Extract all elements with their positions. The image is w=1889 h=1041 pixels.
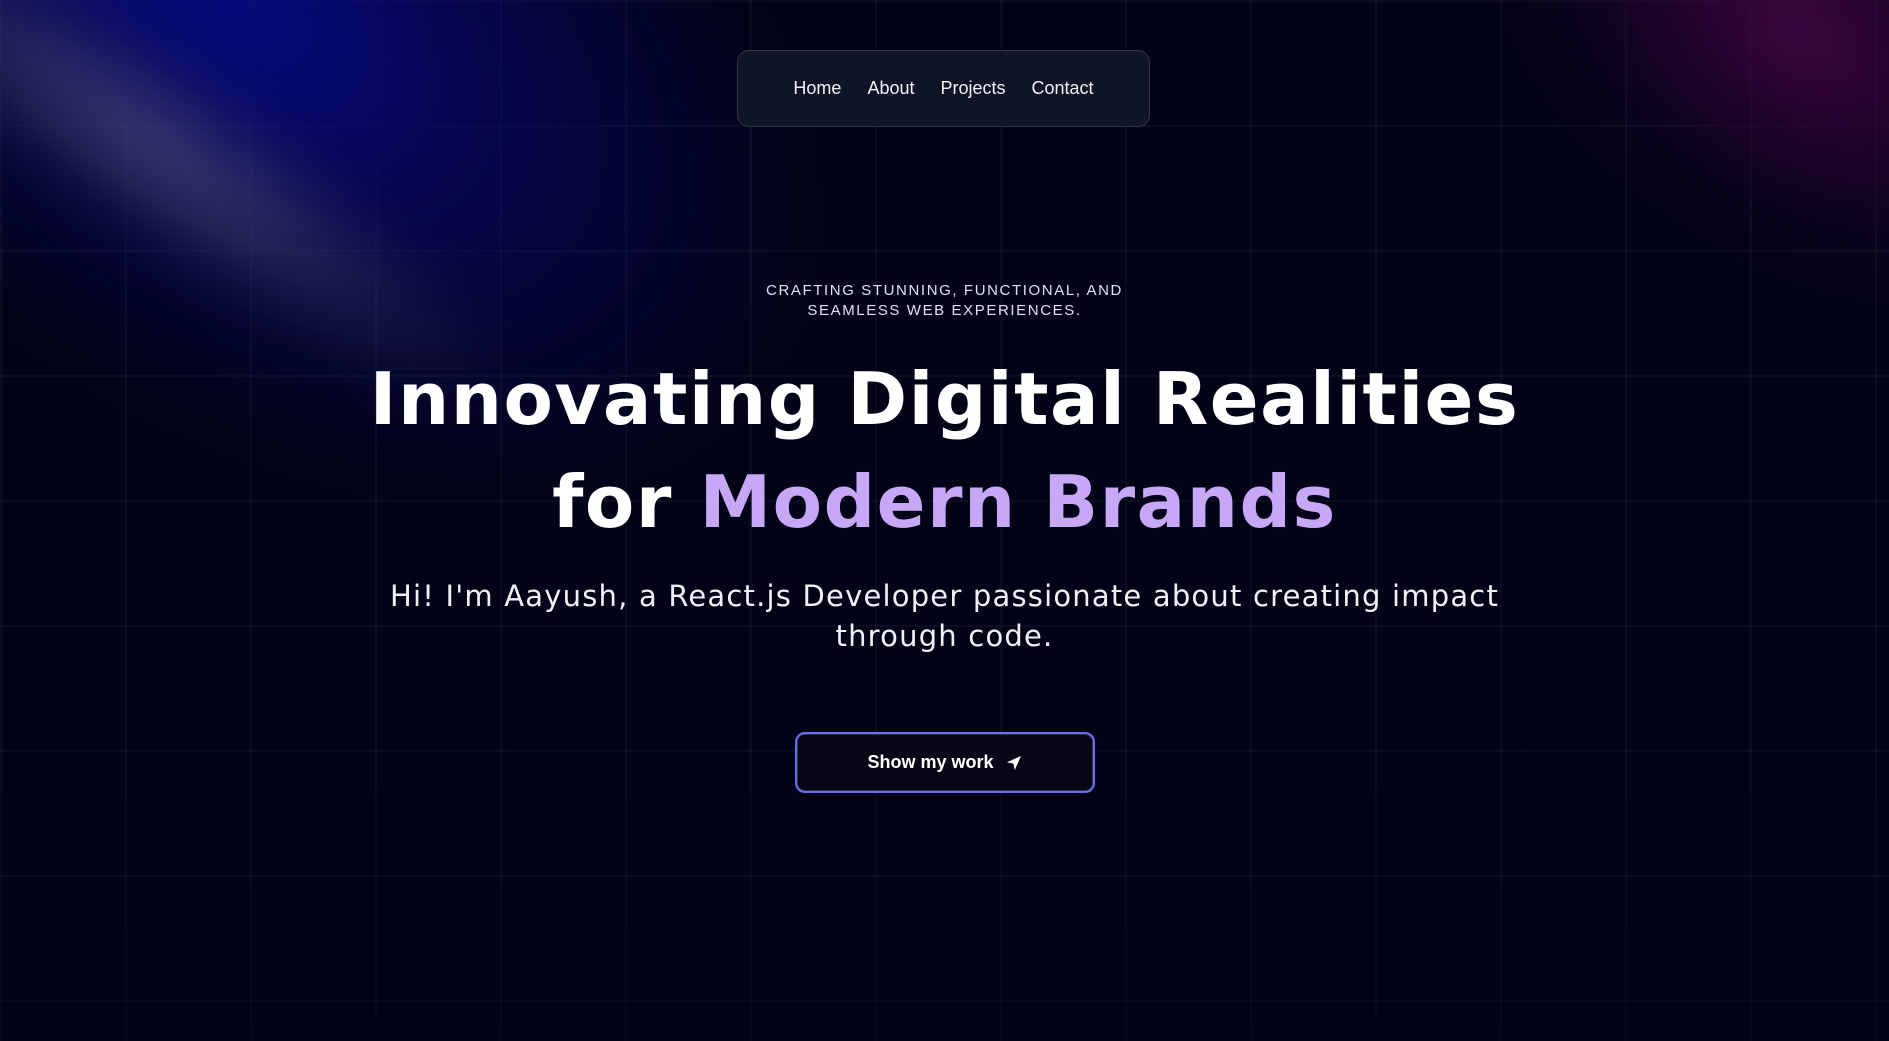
location-arrow-icon	[1006, 755, 1022, 771]
hero-section: CRAFTING STUNNING, FUNCTIONAL, AND SEAML…	[0, 0, 1889, 793]
cta-label: Show my work	[867, 752, 994, 772]
hero-headline: Innovating Digital Realities for Modern …	[370, 348, 1520, 554]
hero-intro: Hi! I'm Aayush, a React.js Developer pas…	[389, 579, 1500, 653]
headline-accent-text: Modern Brands	[699, 460, 1337, 544]
headline-line-1: Innovating Digital Realities	[369, 357, 1520, 441]
headline-line-2-prefix: for	[552, 460, 700, 544]
hero-tagline: CRAFTING STUNNING, FUNCTIONAL, AND SEAML…	[766, 282, 1123, 319]
show-my-work-button[interactable]: Show my work	[794, 732, 1095, 793]
page: Home About Projects Contact CRAFTING STU…	[0, 0, 1889, 1041]
